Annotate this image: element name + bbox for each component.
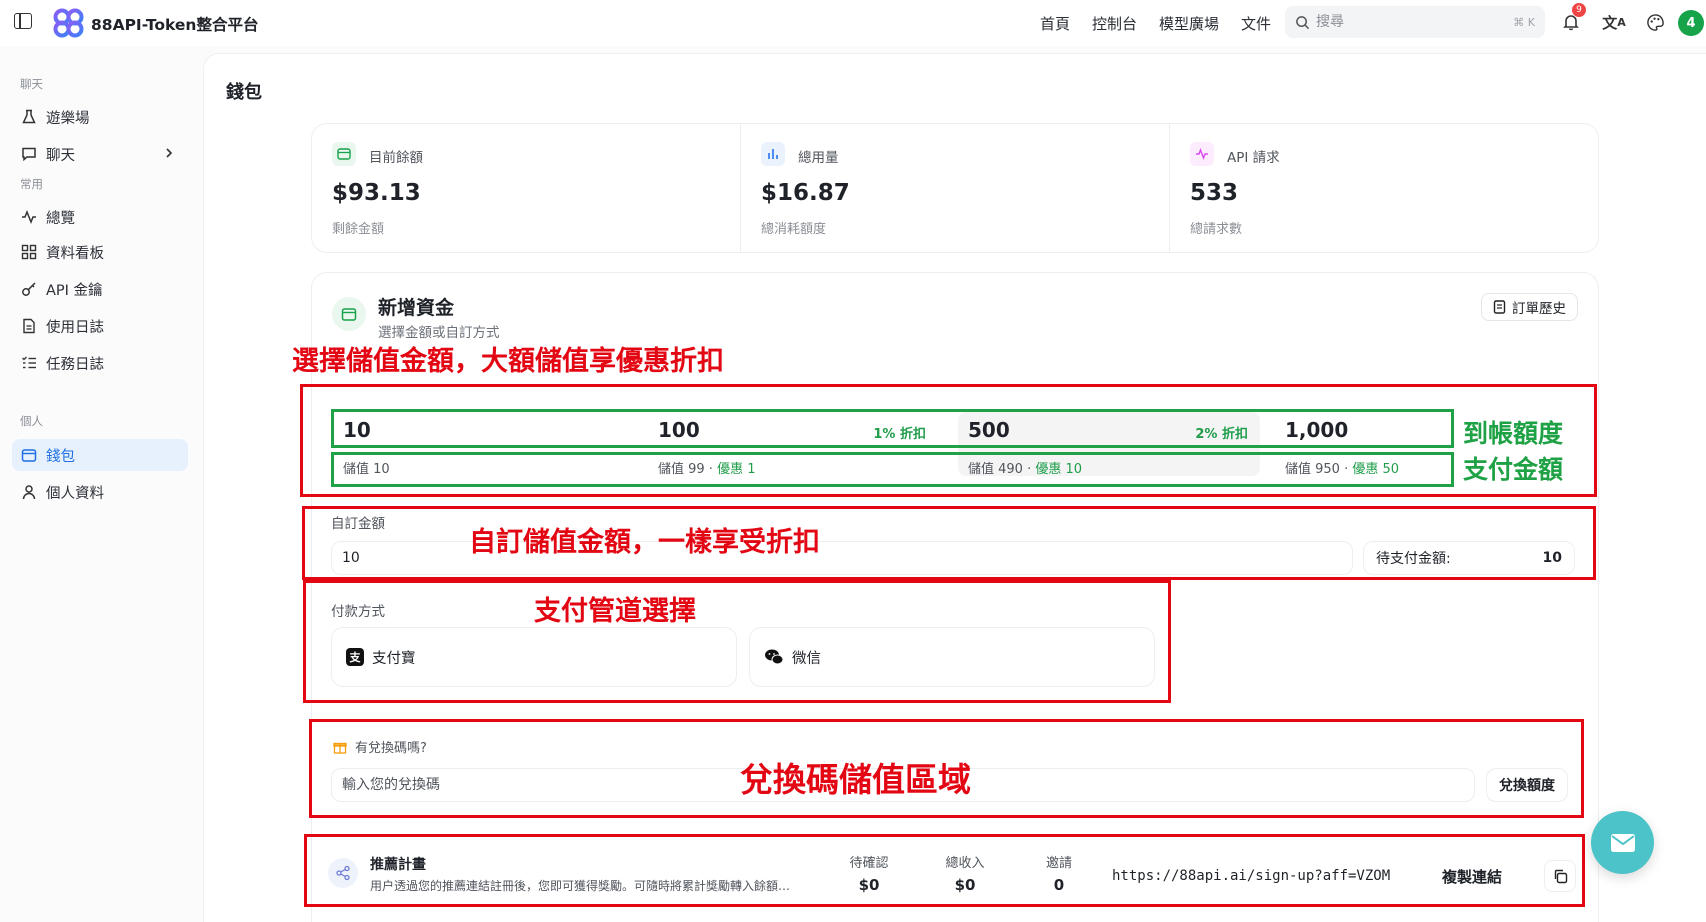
stat-requests: API 請求 533 總請求數 [1170, 124, 1598, 252]
notification-badge: 9 [1572, 3, 1586, 17]
sidebar-item-wallet[interactable]: 錢包 [12, 439, 188, 471]
annotation-credited: 到帳額度 [1463, 419, 1564, 448]
stat-label: API 請求 [1227, 150, 1280, 166]
bar-chart-icon [761, 142, 785, 166]
avatar[interactable]: 4 [1678, 10, 1704, 36]
search-box[interactable]: ⌘ K [1285, 6, 1545, 38]
sidebar-group-chat: 聊天 [20, 77, 43, 91]
stat-sub: 剩餘金額 [332, 222, 385, 237]
sidebar-item-label: API 金鑰 [46, 282, 103, 299]
stat-sub: 總消耗額度 [761, 222, 827, 237]
task-icon [20, 354, 38, 372]
user-icon [20, 483, 38, 501]
sidebar-item-dashboard[interactable]: 資料看板 [12, 236, 188, 268]
annotation-paid: 支付金額 [1463, 455, 1564, 484]
chevron-right-icon[interactable] [162, 146, 176, 160]
mail-icon [1610, 833, 1635, 852]
search-shortcut: ⌘ K [1513, 15, 1535, 29]
nav-console[interactable]: 控制台 [1092, 13, 1137, 34]
stats-row: 目前餘額 $93.13 剩餘金額 總用量 $16.87 總消耗額度 API 請求… [311, 123, 1599, 253]
activity-icon [20, 208, 38, 226]
annotation-channel: 支付管道選擇 [534, 596, 696, 627]
sidebar-item-label: 錢包 [46, 448, 75, 465]
sidebar-item-label: 資料看板 [46, 245, 104, 262]
annotation-amount-select: 選擇儲值金額，大額儲值享優惠折扣 [292, 346, 724, 377]
chat-icon [20, 145, 38, 163]
stat-value: $93.13 [332, 180, 421, 206]
search-input[interactable] [1316, 14, 1514, 30]
sidebar-item-label: 使用日誌 [46, 319, 104, 336]
sidebar-item-overview[interactable]: 總覽 [12, 201, 188, 233]
key-icon [20, 280, 38, 298]
stat-balance: 目前餘額 $93.13 剩餘金額 [312, 124, 741, 252]
search-icon [1296, 15, 1310, 29]
sidebar-item-task-log[interactable]: 任務日誌 [12, 347, 188, 379]
nav-models[interactable]: 模型廣場 [1159, 13, 1219, 34]
card-wallet-icon [332, 297, 366, 331]
annotation-box-credited [331, 409, 1454, 448]
stat-label: 總用量 [798, 150, 839, 166]
annotation-redeem: 兌換碼儲值區域 [740, 760, 971, 799]
sidebar-item-api-keys[interactable]: API 金鑰 [12, 273, 188, 305]
nav-home[interactable]: 首頁 [1040, 13, 1070, 34]
sidebar-item-label: 聊天 [46, 147, 75, 164]
brand-logo-icon[interactable] [53, 8, 84, 38]
sidebar-item-playground[interactable]: 遊樂場 [12, 101, 188, 133]
top-nav: 首頁 控制台 模型廣場 文件 [1040, 13, 1271, 34]
brand-name[interactable]: 88API-Token整合平台 [91, 13, 258, 35]
nav-docs[interactable]: 文件 [1241, 13, 1271, 34]
stat-value: 533 [1190, 180, 1239, 206]
sidebar-group-common: 常用 [20, 177, 43, 191]
sidebar-item-label: 遊樂場 [46, 110, 90, 127]
stat-label: 目前餘額 [369, 150, 423, 166]
flask-icon [20, 108, 38, 126]
support-chat-button[interactable] [1591, 811, 1654, 874]
wallet-icon [20, 446, 38, 464]
annotation-custom: 自訂儲值金額，一樣享受折扣 [469, 527, 820, 558]
sidebar-item-label: 個人資料 [46, 485, 104, 502]
order-history-button[interactable]: 訂單歷史 [1481, 293, 1578, 321]
annotation-box-referral [304, 834, 1585, 907]
annotation-box-paid [331, 452, 1454, 487]
sidebar: 聊天 遊樂場 聊天 常用 總覽 資料看板 API 金鑰 使用日誌 任務日誌 個人… [0, 46, 202, 922]
sidebar-item-label: 任務日誌 [46, 356, 104, 373]
translate-icon[interactable]: 文A [1602, 10, 1626, 34]
sidebar-item-chat[interactable]: 聊天 [12, 138, 188, 170]
dashboard-icon [20, 243, 38, 261]
wallet-icon [332, 142, 356, 166]
log-icon [20, 317, 38, 335]
sidebar-item-profile[interactable]: 個人資料 [12, 476, 188, 508]
sidebar-toggle-icon[interactable] [14, 13, 32, 29]
stat-usage: 總用量 $16.87 總消耗額度 [741, 124, 1170, 252]
pulse-icon [1190, 142, 1214, 166]
stat-sub: 總請求數 [1190, 222, 1243, 237]
stat-value: $16.87 [761, 180, 850, 206]
topup-title: 新增資金 [378, 297, 455, 319]
top-bar: 88API-Token整合平台 首頁 控制台 模型廣場 文件 ⌘ K 9 文A … [0, 0, 1706, 46]
topup-subtitle: 選擇金額或自訂方式 [378, 325, 500, 341]
annotation-box-channel [303, 580, 1171, 703]
order-history-label: 訂單歷史 [1512, 301, 1566, 317]
sidebar-item-label: 總覽 [46, 210, 75, 227]
page-title: 錢包 [226, 82, 262, 103]
receipt-icon [1493, 300, 1506, 314]
sidebar-group-personal: 個人 [20, 414, 43, 428]
palette-icon[interactable] [1643, 10, 1667, 34]
sidebar-item-usage-log[interactable]: 使用日誌 [12, 310, 188, 342]
